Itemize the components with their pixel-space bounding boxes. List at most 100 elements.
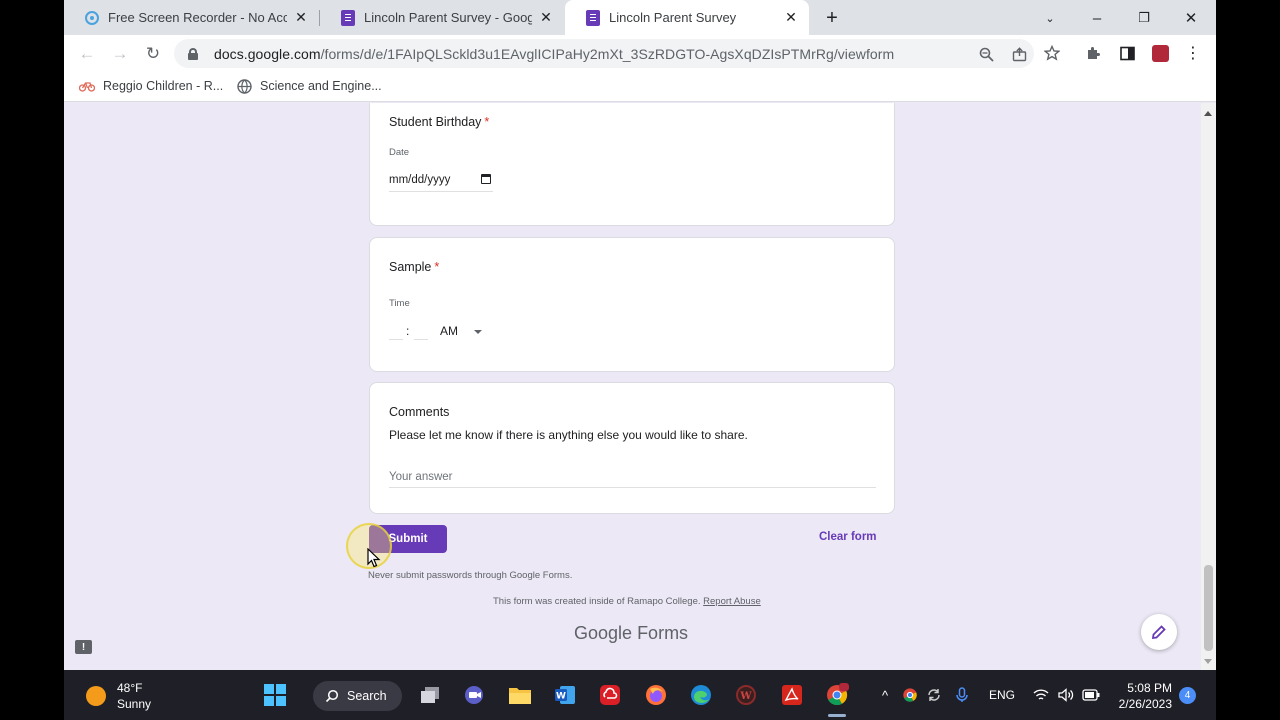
microphone-icon[interactable] [949,682,975,708]
hour-input[interactable] [389,326,403,340]
footer-text: This form was created inside of Ramapo C… [493,596,701,607]
required-asterisk: * [484,115,490,129]
new-tab-button[interactable]: + [822,7,842,29]
tray-chrome-icon[interactable] [897,682,923,708]
close-tab-icon[interactable]: ✕ [293,9,309,26]
close-tab-icon[interactable]: ✕ [783,9,799,26]
weather-text: 48°F Sunny [117,680,151,712]
clock-date: 2/26/2023 [1118,697,1172,711]
dropdown-caret-icon[interactable] [474,330,482,334]
profile-avatar-icon[interactable] [1151,44,1169,62]
question-card-birthday: Student Birthday * Date mm/dd/yyyy [369,103,895,226]
restore-button[interactable]: ❐ [1134,8,1154,28]
wifi-icon[interactable] [1028,682,1054,708]
search-icon [325,689,339,703]
back-button[interactable]: ← [76,43,98,65]
file-explorer-icon[interactable] [507,682,533,708]
minute-input[interactable] [414,326,428,340]
svg-text:W: W [739,691,752,702]
tab-survey-active[interactable]: Lincoln Parent Survey ✕ [565,0,809,35]
ampm-select[interactable]: AM [440,324,458,338]
form-footer-note: This form was created inside of Ramapo C… [493,596,761,607]
mouse-cursor-icon [367,548,381,568]
chrome-icon[interactable] [824,682,850,708]
date-input[interactable]: mm/dd/yyyy [389,168,493,192]
zoom-icon[interactable] [977,45,995,63]
page-scrollbar[interactable] [1201,103,1216,670]
form-page: Student Birthday * Date mm/dd/yyyy Sample… [64,103,1216,670]
scroll-up-arrow-icon[interactable] [1204,111,1212,116]
teams-chat-icon[interactable] [462,682,488,708]
google-forms-icon [585,9,601,26]
bookmark-label: Reggio Children - R... [103,79,224,93]
taskbar-search[interactable]: Search [313,681,402,711]
creative-cloud-icon[interactable] [597,682,623,708]
forward-button[interactable]: → [109,43,131,65]
acrobat-icon[interactable] [779,682,805,708]
task-view-icon[interactable] [417,682,443,708]
search-label: Search [347,689,387,703]
lock-icon [188,47,198,60]
tab-search-chevron-icon[interactable]: ⌄ [1040,8,1060,28]
close-window-button[interactable]: ✕ [1181,8,1201,28]
edge-icon[interactable] [688,682,714,708]
battery-icon[interactable] [1078,682,1104,708]
firefox-icon[interactable] [643,682,669,708]
calendar-icon[interactable] [481,174,491,184]
question-title: Sample * [389,260,439,274]
pencil-icon [1151,625,1166,640]
report-abuse-link[interactable]: Report Abuse [703,596,761,607]
comments-answer-input[interactable]: Your answer [389,466,876,488]
bookmark-label: Science and Engine... [260,79,382,93]
browser-toolbar: ← → ↻ docs.google.com/forms/d/e/1FAIpQLS… [64,35,1216,72]
tab-title: Free Screen Recorder - No Accou [108,10,287,25]
bookmark-science[interactable]: Science and Engine... [236,78,382,94]
volume-icon[interactable] [1053,682,1079,708]
time-sublabel: Time [389,298,410,309]
tab-survey-edit[interactable]: Lincoln Parent Survey - Google F ✕ [320,0,564,35]
question-title: Comments [389,405,450,419]
share-icon[interactable] [1010,45,1028,63]
language-indicator[interactable]: ENG [989,688,1015,702]
kebab-menu-icon[interactable]: ⋮ [1184,44,1202,62]
screen: Free Screen Recorder - No Accou ✕ Lincol… [64,0,1216,720]
word-icon[interactable]: W [552,682,578,708]
taskbar-clock[interactable]: 5:08 PM 2/26/2023 [1112,680,1172,712]
password-warning: Never submit passwords through Google Fo… [368,570,573,581]
notification-badge[interactable]: 4 [1179,687,1196,704]
windows-taskbar: 48°F Sunny Search W W ^ ENG 5:08 PM 2/26… [64,670,1216,720]
reload-button[interactable]: ↻ [142,43,164,65]
sun-icon [86,686,106,706]
edit-pencil-button[interactable] [1141,614,1177,650]
scroll-thumb[interactable] [1204,565,1213,651]
tab-title: Lincoln Parent Survey [609,10,737,25]
tray-sync-icon[interactable] [921,682,947,708]
minimize-button[interactable]: – [1087,8,1107,28]
logo-google: Google [574,623,633,643]
weather-condition: Sunny [117,697,152,711]
date-sublabel: Date [389,147,410,158]
clear-form-button[interactable]: Clear form [819,531,877,543]
tab-screen-recorder[interactable]: Free Screen Recorder - No Accou ✕ [64,0,319,35]
extensions-puzzle-icon[interactable] [1085,44,1103,62]
bookmark-star-icon[interactable] [1043,44,1061,62]
wordpress-icon[interactable]: W [733,682,759,708]
tray-overflow-chevron-icon[interactable]: ^ [872,682,898,708]
google-forms-icon [340,9,356,26]
tab-strip: Free Screen Recorder - No Accou ✕ Lincol… [64,0,1216,35]
bookmarks-bar: Reggio Children - R... Science and Engin… [64,72,1216,102]
address-bar[interactable]: docs.google.com/forms/d/e/1FAIpQLSckld3u… [174,39,1034,68]
bookmark-reggio[interactable]: Reggio Children - R... [79,78,223,94]
google-forms-logo[interactable]: Google Forms [574,623,688,644]
close-tab-icon[interactable]: ✕ [538,9,554,26]
feedback-icon[interactable]: ! [75,640,92,654]
side-panel-icon[interactable] [1118,44,1136,62]
question-title-text: Sample [389,260,432,274]
weather-widget[interactable]: 48°F Sunny [86,680,151,712]
screen-recorder-icon [84,10,100,26]
letterbox-left [0,0,64,720]
windows-start-icon[interactable] [262,682,288,708]
scroll-down-arrow-icon[interactable] [1204,659,1212,664]
question-title: Student Birthday * [389,115,489,129]
tab-title: Lincoln Parent Survey - Google F [364,10,532,25]
